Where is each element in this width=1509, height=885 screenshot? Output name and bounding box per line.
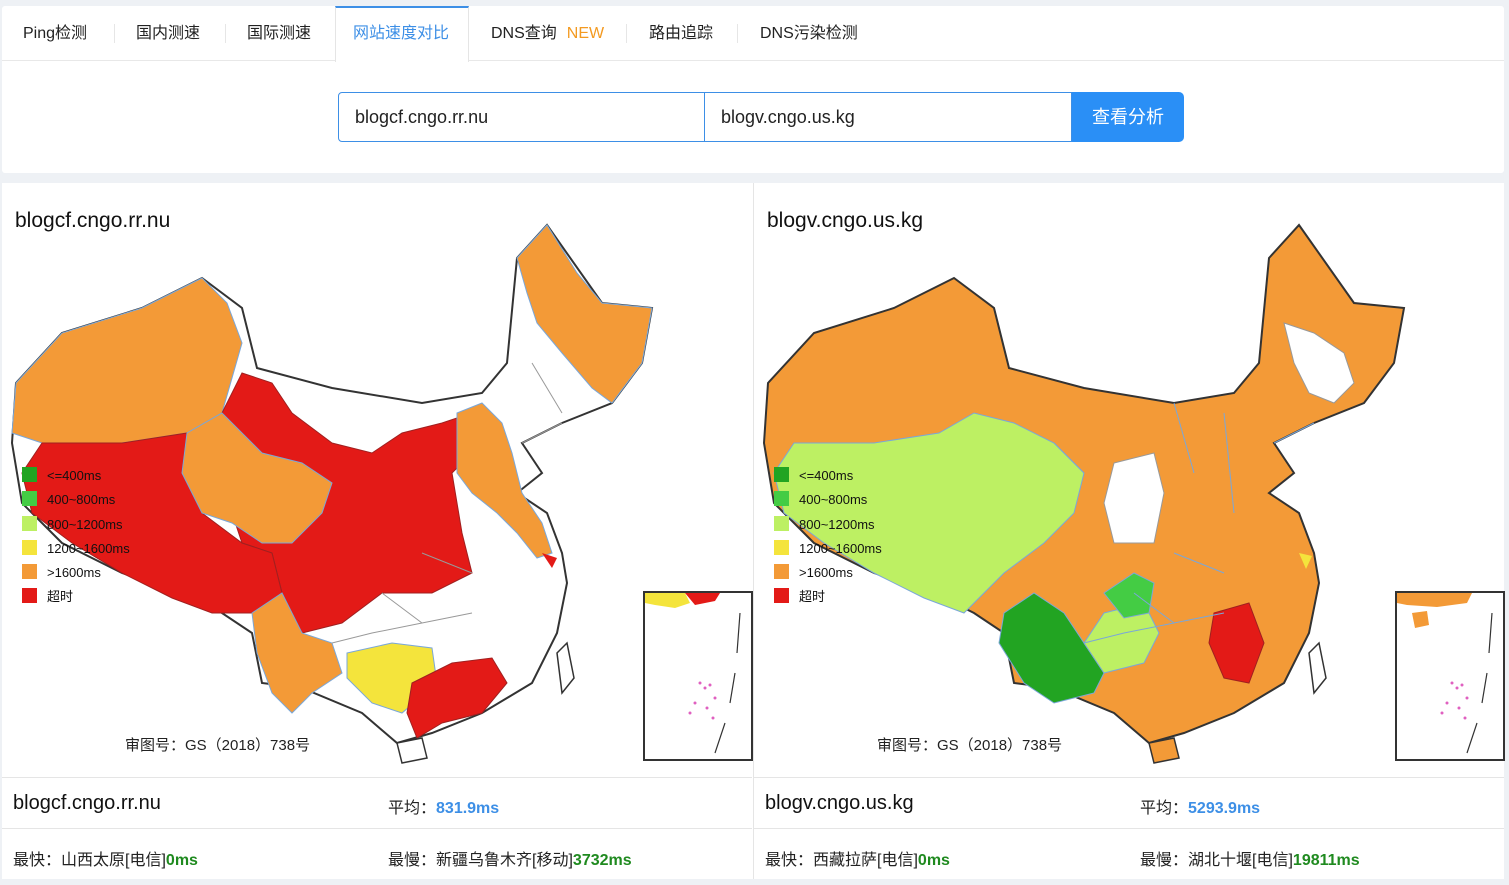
analyze-button[interactable]: 查看分析	[1072, 92, 1184, 142]
slowest-node: 最慢：新疆乌鲁木齐[移动]3732ms	[388, 852, 632, 869]
slowest-node: 最慢：湖北十堰[电信]19811ms	[1140, 852, 1360, 869]
tab-label: DNS查询	[491, 25, 557, 42]
result-column-a: blogcf.cngo.rr.nu <=400ms 400~800ms 800~…	[2, 183, 753, 879]
result-domain: blogcf.cngo.rr.nu	[13, 792, 161, 814]
results-card: blogcf.cngo.rr.nu <=400ms 400~800ms 800~…	[2, 183, 1505, 879]
tab-bar: Ping检测 国内测速 国际测速 网站速度对比 DNS查询 NEW 路由追踪 DN…	[2, 6, 1504, 62]
domain-a-input[interactable]: blogcf.cngo.rr.nu	[338, 92, 705, 142]
tab-international-speed[interactable]: 国际测速	[226, 6, 335, 61]
stats-extremes: 最快：西藏拉萨[电信]0ms 最慢：湖北十堰[电信]19811ms	[754, 829, 1504, 879]
tab-label: 路由追踪	[649, 25, 714, 42]
domain-b-input[interactable]: blogv.cngo.us.kg	[704, 92, 1072, 142]
stats-summary: blogv.cngo.us.kg 平均：5293.9ms	[754, 777, 1504, 829]
tab-domestic-speed[interactable]: 国内测速	[115, 6, 226, 61]
region-taiwan	[1308, 641, 1327, 695]
average-latency: 平均：831.9ms	[388, 800, 500, 817]
south-china-sea-inset	[1395, 591, 1505, 761]
region-taiwan	[556, 641, 575, 695]
tab-dns-query[interactable]: DNS查询 NEW	[469, 6, 627, 61]
tab-ping[interactable]: Ping检测	[2, 6, 115, 61]
average-latency: 平均：5293.9ms	[1140, 800, 1261, 817]
tab-label: 网站速度对比	[353, 25, 450, 42]
tab-label: 国际测速	[247, 25, 312, 42]
tab-label: 国内测速	[136, 25, 201, 42]
region-xinjiang	[11, 277, 243, 444]
result-column-b: blogv.cngo.us.kg <=400ms 400~800ms 800~1…	[753, 183, 1505, 879]
stats-extremes: 最快：山西太原[电信]0ms 最慢：新疆乌鲁木齐[移动]3732ms	[2, 829, 752, 879]
tab-website-compare[interactable]: 网站速度对比	[335, 6, 469, 62]
tab-dns-pollution[interactable]: DNS污染检测	[738, 6, 878, 61]
result-domain: blogv.cngo.us.kg	[765, 792, 914, 814]
query-card: Ping检测 国内测速 国际测速 网站速度对比 DNS查询 NEW 路由追踪 DN…	[2, 6, 1504, 173]
region-hainan	[396, 737, 428, 764]
south-china-sea-inset	[643, 591, 753, 761]
fastest-node: 最快：山西太原[电信]0ms	[13, 852, 198, 869]
map-approval-number: 审图号：GS（2018）738号	[877, 737, 1063, 754]
stats-summary: blogcf.cngo.rr.nu 平均：831.9ms	[2, 777, 752, 829]
new-badge: NEW	[566, 25, 605, 42]
fastest-node: 最快：西藏拉萨[电信]0ms	[765, 852, 950, 869]
tab-label: DNS污染检测	[760, 25, 858, 42]
region-hainan	[1148, 737, 1180, 764]
map-approval-number: 审图号：GS（2018）738号	[125, 737, 311, 754]
tab-traceroute[interactable]: 路由追踪	[627, 6, 738, 61]
tab-label: Ping检测	[23, 25, 88, 42]
region-shanxi	[1103, 452, 1165, 544]
